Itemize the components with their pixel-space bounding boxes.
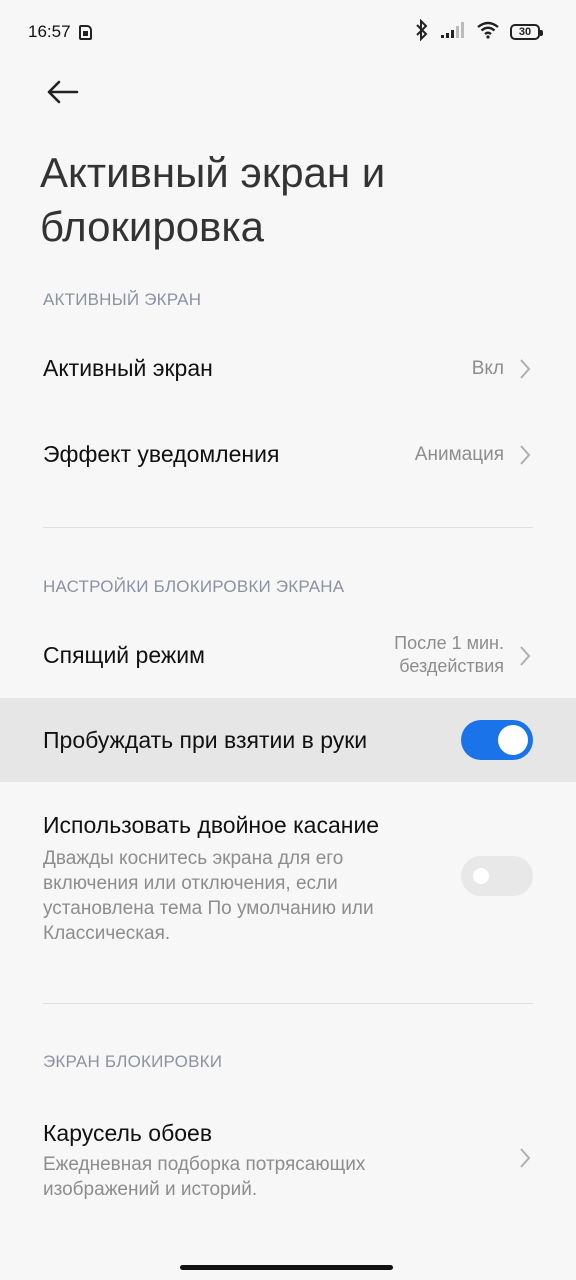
setting-wallpaper-carousel-description: Ежедневная подборка потрясающих изображе… [43, 1152, 443, 1202]
setting-double-tap-description-line-2: включения или отключения, если [43, 873, 338, 894]
divider [43, 527, 533, 528]
clock: 16:57 [28, 22, 71, 41]
signal-icon [440, 21, 466, 44]
setting-double-tap-title: Использовать двойное касание [43, 812, 380, 838]
setting-raise-to-wake[interactable]: Пробуждать при взятии в руки [0, 698, 576, 782]
setting-wallpaper-carousel[interactable]: Карусель обоев Ежедневная подборка потря… [0, 1090, 576, 1220]
setting-aod-title: Активный экран [43, 355, 213, 381]
setting-double-tap-description: Дважды коснитесь экрана для его включени… [43, 846, 443, 946]
back-button[interactable] [40, 72, 84, 112]
setting-sleep-value: После 1 мин. бездействия [394, 632, 504, 678]
page-title: Активный экран и блокировка [40, 146, 520, 254]
toggle-knob [498, 725, 528, 755]
double-tap-toggle[interactable] [461, 856, 533, 896]
setting-sleep[interactable]: Спящий режим После 1 мин. бездействия [0, 612, 576, 698]
wifi-icon [476, 21, 500, 44]
setting-raise-to-wake-title: Пробуждать при взятии в руки [43, 727, 368, 753]
sim-card-icon [78, 24, 92, 40]
setting-wallpaper-carousel-title: Карусель обоев [43, 1120, 213, 1146]
arrow-left-icon [47, 80, 79, 104]
chevron-right-icon [520, 646, 531, 666]
divider [43, 1003, 533, 1004]
battery-icon: 30 [510, 24, 543, 40]
status-bar: 16:57 30 [0, 0, 576, 64]
page-title-line-1: Активный экран и [40, 149, 386, 196]
bluetooth-icon [414, 18, 430, 45]
page-title-line-2: блокировка [40, 203, 265, 250]
section-header-aod: АКТИВНЫЙ ЭКРАН [43, 290, 202, 309]
section-header-lock-settings: НАСТРОЙКИ БЛОКИРОВКИ ЭКРАНА [43, 577, 345, 596]
setting-double-tap-description-line-3: установлена тема По умолчанию или [43, 898, 374, 919]
setting-sleep-value-line-2: бездействия [399, 656, 504, 676]
setting-wallpaper-carousel-description-line-1: Ежедневная подборка потрясающих [43, 1154, 366, 1175]
setting-notification-effect[interactable]: Эффект уведомления Анимация [0, 412, 576, 498]
setting-notification-effect-value: Анимация [414, 444, 504, 465]
setting-double-tap-description-line-1: Дважды коснитесь экрана для его [43, 848, 344, 869]
setting-sleep-title: Спящий режим [43, 642, 205, 668]
section-header-lock-screen: ЭКРАН БЛОКИРОВКИ [43, 1052, 223, 1071]
setting-double-tap-description-line-4: Классическая. [43, 923, 171, 944]
status-left: 16:57 [28, 22, 92, 42]
toggle-knob [473, 868, 489, 884]
setting-aod-value: Вкл [471, 358, 504, 379]
chevron-right-icon [520, 1148, 531, 1168]
home-indicator[interactable] [180, 1265, 393, 1270]
chevron-right-icon [520, 445, 531, 465]
status-right: 30 [414, 18, 543, 45]
setting-sleep-value-line-1: После 1 мин. [394, 633, 504, 653]
setting-wallpaper-carousel-description-line-2: изображений и историй. [43, 1179, 258, 1200]
chevron-right-icon [520, 359, 531, 379]
setting-aod[interactable]: Активный экран Вкл [0, 326, 576, 412]
raise-to-wake-toggle[interactable] [461, 720, 533, 760]
setting-double-tap[interactable]: Использовать двойное касание Дважды косн… [0, 782, 576, 972]
setting-notification-effect-title: Эффект уведомления [43, 441, 280, 467]
